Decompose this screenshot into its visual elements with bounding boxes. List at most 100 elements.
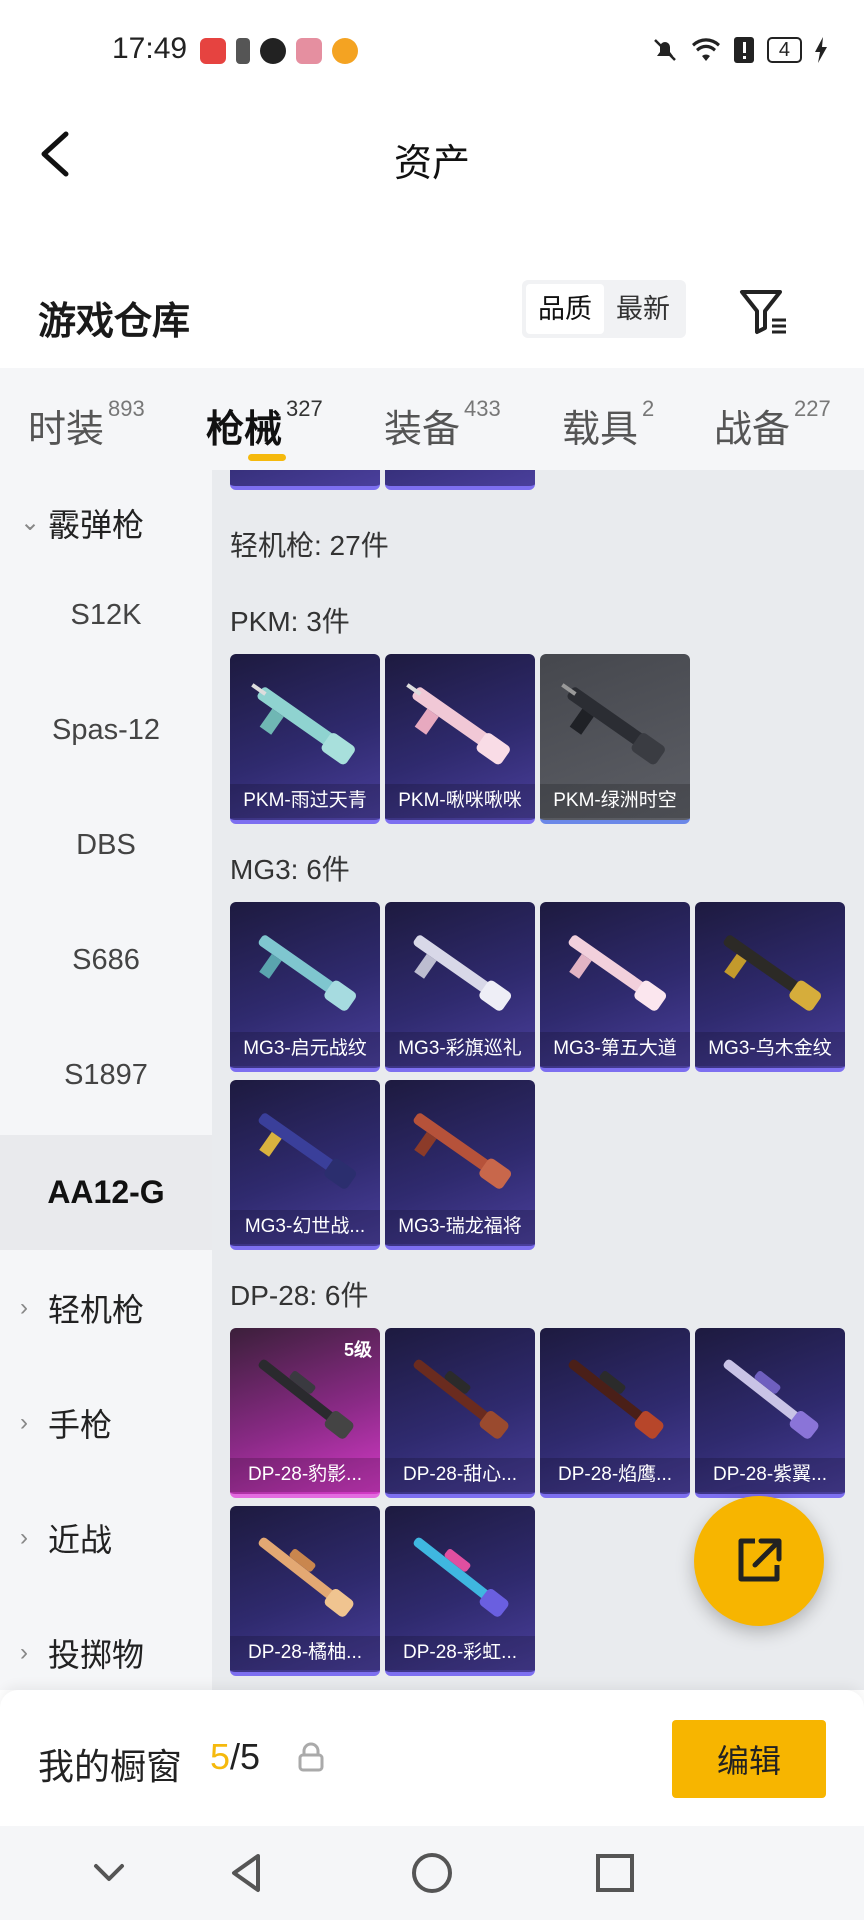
- weapon-card-label: MG3-第五大道: [540, 1032, 690, 1066]
- weapon-card-label: MG3-乌木金纹: [695, 1032, 845, 1066]
- filter-button[interactable]: [736, 284, 792, 340]
- sidebar-group-label: 轻机枪: [48, 1291, 145, 1328]
- pkm-group-title: PKM: 3件: [230, 606, 350, 637]
- sort-quality-button[interactable]: 品质: [526, 284, 604, 334]
- top-header: 资产: [0, 100, 864, 210]
- sidebar-item-spas12[interactable]: Spas-12: [0, 673, 212, 788]
- machine-gun-icon: [413, 935, 512, 1011]
- weapon-card-partial[interactable]: [385, 470, 535, 490]
- machine-gun-icon: [413, 1113, 512, 1189]
- machine-gun-icon: [413, 1537, 509, 1617]
- weapon-card-label: DP-28-橘柚...: [230, 1636, 380, 1670]
- weapon-card[interactable]: DP-28-橘柚...: [230, 1506, 380, 1676]
- nav-home-icon[interactable]: [407, 1848, 457, 1898]
- showcase-count-total: /5: [230, 1736, 261, 1777]
- weapon-card[interactable]: MG3-幻世战...: [230, 1080, 380, 1250]
- wifi-icon: [691, 38, 720, 61]
- machine-gun-icon: [723, 935, 822, 1011]
- weapon-card[interactable]: DP-28-焰鹰...: [540, 1328, 690, 1498]
- tab-label: 战备: [714, 409, 791, 451]
- sidebar-item-s1897[interactable]: S1897: [0, 1018, 212, 1133]
- active-tab-indicator: [248, 454, 286, 461]
- chevron-right-icon: ›: [20, 1523, 28, 1551]
- sidebar-item-aa12g[interactable]: AA12-G: [0, 1135, 212, 1250]
- weapon-card[interactable]: DP-28-甜心...: [385, 1328, 535, 1498]
- sort-newest-button[interactable]: 最新: [604, 284, 682, 334]
- machine-gun-icon: [258, 1359, 354, 1439]
- charging-icon: [815, 37, 827, 63]
- weapon-card[interactable]: PKM-啾咪啾咪: [385, 654, 535, 824]
- machine-gun-icon: [258, 935, 357, 1011]
- chevron-right-icon: ›: [20, 1638, 28, 1666]
- tab-count: 327: [286, 396, 323, 421]
- warehouse-title: 游戏仓库: [38, 301, 191, 343]
- tab-vehicles[interactable]: 载具2: [562, 396, 654, 453]
- weapon-card-label: DP-28-彩虹...: [385, 1636, 535, 1670]
- status-time: 17:49: [112, 32, 188, 65]
- status-indicators: 4: [651, 36, 828, 64]
- tab-supplies[interactable]: 战备227: [714, 396, 831, 453]
- weapon-card-label: PKM-啾咪啾咪: [385, 784, 535, 818]
- sim-alert-icon: [733, 37, 754, 63]
- sidebar-group-lmg[interactable]: › 轻机枪: [0, 1250, 212, 1365]
- weapon-card[interactable]: DP-28-彩虹...: [385, 1506, 535, 1676]
- lock-icon: [298, 1742, 324, 1772]
- weapon-card-label: PKM-雨过天青: [230, 784, 380, 818]
- chevron-down-icon[interactable]: [84, 1848, 134, 1898]
- machine-gun-icon: [568, 1359, 664, 1439]
- sidebar-group-label: 霰弹枪: [48, 506, 145, 543]
- sidebar-item-s12k[interactable]: S12K: [0, 558, 212, 673]
- warehouse-header: 游戏仓库 品质 最新: [0, 270, 864, 366]
- tab-count: 227: [794, 396, 831, 421]
- weapon-card[interactable]: DP-28-紫翼...: [695, 1328, 845, 1498]
- weapon-card[interactable]: MG3-第五大道: [540, 902, 690, 1072]
- huawei-app-icon: [200, 38, 226, 64]
- mute-icon: [653, 39, 676, 61]
- weapon-card[interactable]: 5级 DP-28-豹影...: [230, 1328, 380, 1498]
- sidebar-group-melee[interactable]: › 近战: [0, 1480, 212, 1595]
- sidebar-group-pistol[interactable]: › 手枪: [0, 1365, 212, 1480]
- weapon-card-label: MG3-瑞龙福将: [385, 1210, 535, 1244]
- tab-equipment[interactable]: 装备433: [384, 396, 501, 453]
- mg3-group-title: MG3: 6件: [230, 854, 350, 885]
- weapon-card[interactable]: MG3-启元战纹: [230, 902, 380, 1072]
- share-button[interactable]: [694, 1496, 824, 1626]
- tab-guns[interactable]: 枪械327: [206, 396, 323, 453]
- weapon-card-label: MG3-启元战纹: [230, 1032, 380, 1066]
- nav-back-icon[interactable]: [222, 1848, 272, 1898]
- gift-app-icon: [296, 38, 322, 64]
- sidebar-group-throwables[interactable]: › 投掷物: [0, 1595, 212, 1690]
- chevron-right-icon: ›: [20, 1293, 28, 1321]
- weapon-card[interactable]: PKM-雨过天青: [230, 654, 380, 824]
- weapon-card-label: DP-28-紫翼...: [695, 1458, 845, 1492]
- lmg-total-label: 轻机枪: 27件: [230, 530, 389, 561]
- status-bar: 17:49 4: [0, 0, 864, 100]
- battery-app-icon: [236, 38, 250, 64]
- machine-gun-icon: [251, 683, 355, 765]
- machine-gun-icon: [413, 1359, 509, 1439]
- weapon-card[interactable]: MG3-瑞龙福将: [385, 1080, 535, 1250]
- weapon-card-partial[interactable]: [230, 470, 380, 490]
- sidebar-group-label: 投掷物: [48, 1636, 145, 1673]
- weapon-card[interactable]: PKM-绿洲时空: [540, 654, 690, 824]
- qq-icon: [260, 38, 286, 64]
- chevron-right-icon: ›: [20, 1408, 28, 1436]
- machine-gun-icon: [561, 683, 665, 765]
- category-tabs: 时装893 枪械327 装备433 载具2 战备227: [0, 368, 864, 470]
- edit-button[interactable]: 编辑: [672, 1720, 826, 1798]
- weapon-card[interactable]: MG3-乌木金纹: [695, 902, 845, 1072]
- weapon-card[interactable]: MG3-彩旗巡礼: [385, 902, 535, 1072]
- weapon-sidebar: ⌄ 霰弹枪 S12K Spas-12 DBS S686 S1897 AA12-G …: [0, 470, 212, 1690]
- machine-gun-icon: [258, 1537, 354, 1617]
- sidebar-item-s686[interactable]: S686: [0, 903, 212, 1018]
- nav-recents-icon[interactable]: [590, 1848, 640, 1898]
- sort-toggle: 品质 最新: [522, 280, 686, 338]
- sidebar-item-dbs[interactable]: DBS: [0, 788, 212, 903]
- showcase-bar: 我的橱窗 5/5 编辑: [0, 1690, 864, 1826]
- tab-count: 433: [464, 396, 501, 421]
- tab-label: 载具: [562, 409, 639, 451]
- weapon-card-label: DP-28-焰鹰...: [540, 1458, 690, 1492]
- tab-label: 时装: [28, 409, 105, 451]
- tab-fashion[interactable]: 时装893: [28, 396, 145, 453]
- machine-gun-icon: [406, 683, 510, 765]
